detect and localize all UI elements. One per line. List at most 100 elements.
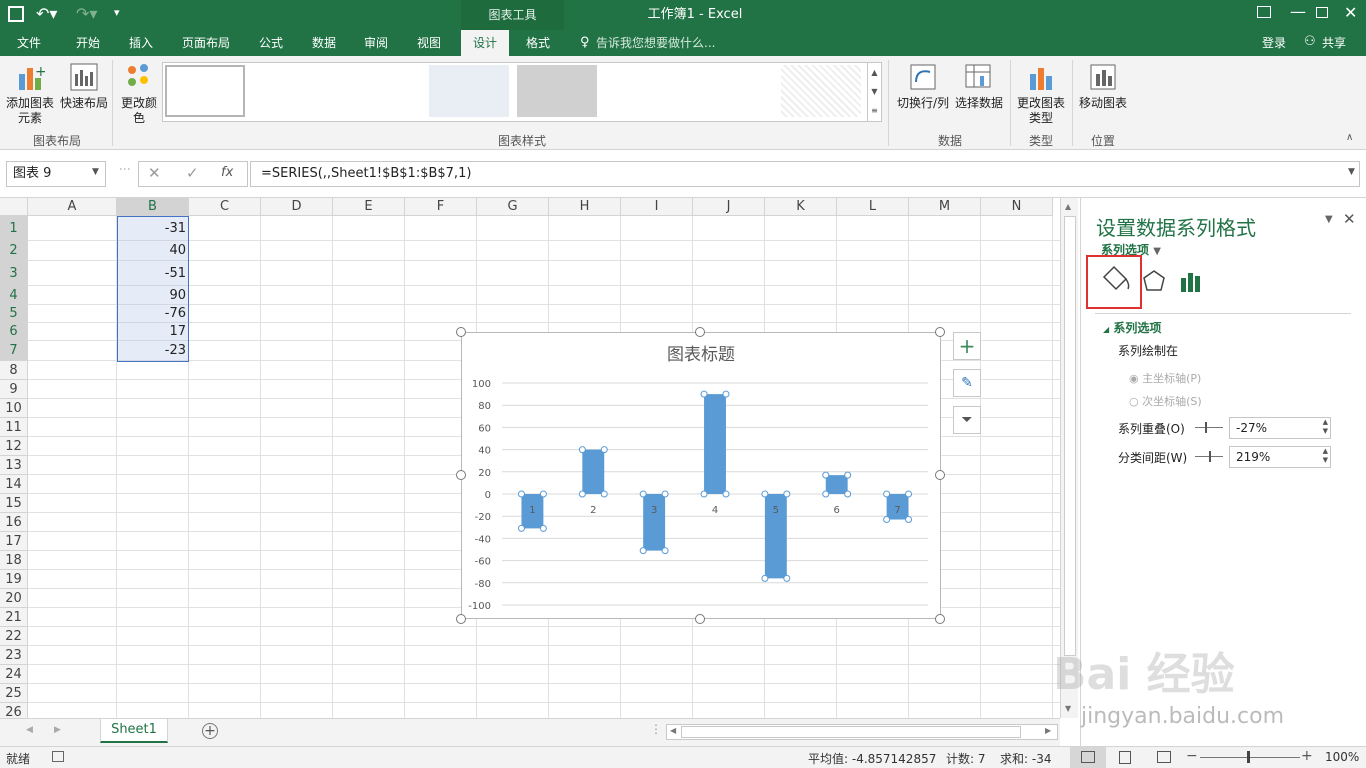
select-all-corner[interactable]	[0, 198, 28, 216]
row-header-20[interactable]: 20	[0, 589, 28, 608]
row-header-5[interactable]: 5	[0, 305, 28, 323]
row-header-18[interactable]: 18	[0, 551, 28, 570]
chart-resize-handle[interactable]	[456, 614, 466, 624]
chart-resize-handle[interactable]	[935, 327, 945, 337]
chart-style-1[interactable]	[165, 65, 245, 117]
undo-icon[interactable]: ↶▾	[36, 4, 57, 23]
zoom-in-icon[interactable]: +	[1301, 748, 1313, 764]
cancel-icon[interactable]: ✕	[148, 164, 161, 182]
chart-resize-handle[interactable]	[456, 470, 466, 480]
chart-style-gallery[interactable]: ▲ ▼ ≡	[162, 62, 882, 122]
gallery-scroll[interactable]: ▲ ▼ ≡	[867, 63, 881, 121]
change-chart-type-button[interactable]: 更改图表类型	[1014, 62, 1068, 126]
change-colors-button[interactable]: 更改颜色	[116, 62, 162, 126]
chart-style-4[interactable]	[429, 65, 509, 117]
column-header-I[interactable]: I	[621, 198, 693, 216]
column-header-H[interactable]: H	[549, 198, 621, 216]
enter-icon[interactable]: ✓	[186, 164, 199, 182]
row-header-21[interactable]: 21	[0, 608, 28, 627]
quick-layout-button[interactable]: 快速布局	[58, 62, 110, 111]
expand-formula-icon[interactable]: ▼	[1348, 167, 1355, 177]
pane-options-icon[interactable]: ▼	[1325, 214, 1333, 225]
insert-function-icon[interactable]: fx	[221, 165, 233, 180]
row-header-10[interactable]: 10	[0, 399, 28, 418]
chart-style-8[interactable]	[781, 65, 861, 117]
secondary-axis-radio[interactable]: ○ 次坐标轴(S)	[1129, 393, 1202, 409]
cell-B7[interactable]: -23	[117, 341, 189, 361]
customize-qat-icon[interactable]: ▾	[114, 6, 120, 19]
tab-insert[interactable]: 插入	[118, 30, 164, 56]
row-header-2[interactable]: 2	[0, 241, 28, 261]
ribbon-display-icon[interactable]	[1257, 6, 1271, 18]
name-box-dropdown-icon[interactable]: ▼	[92, 167, 99, 177]
gap-slider[interactable]	[1195, 451, 1223, 462]
row-header-11[interactable]: 11	[0, 418, 28, 437]
cell-B4[interactable]: 90	[117, 286, 189, 305]
zoom-level[interactable]: 100%	[1325, 750, 1359, 764]
minimize-icon[interactable]: —	[1290, 2, 1306, 21]
column-header-F[interactable]: F	[405, 198, 477, 216]
row-header-3[interactable]: 3	[0, 261, 28, 286]
horizontal-scroll-thumb[interactable]	[681, 726, 1021, 738]
row-header-14[interactable]: 14	[0, 475, 28, 494]
chart-resize-handle[interactable]	[935, 470, 945, 480]
redo-icon[interactable]: ↷▾	[76, 4, 97, 23]
chart-resize-handle[interactable]	[456, 327, 466, 337]
row-header-23[interactable]: 23	[0, 646, 28, 665]
tab-home[interactable]: 开始	[64, 30, 112, 56]
column-header-L[interactable]: L	[837, 198, 909, 216]
row-header-1[interactable]: 1	[0, 216, 28, 241]
scroll-up-icon[interactable]: ▲	[1065, 202, 1071, 211]
share-button[interactable]: 共享	[1322, 30, 1346, 56]
chart-style-5[interactable]	[517, 65, 597, 117]
chart-elements-button[interactable]: +	[953, 332, 981, 360]
normal-view-button[interactable]	[1070, 747, 1106, 768]
section-header[interactable]: ◢ 系列选项	[1103, 319, 1161, 336]
cell-B1[interactable]: -31	[117, 216, 189, 241]
move-chart-button[interactable]: 移动图表	[1076, 62, 1130, 111]
page-layout-view-icon[interactable]	[1119, 751, 1131, 764]
prev-sheet-icon[interactable]: ◀	[26, 725, 33, 735]
column-header-K[interactable]: K	[765, 198, 837, 216]
chart-style-2[interactable]	[253, 65, 333, 117]
scroll-right-icon[interactable]: ▶	[1045, 726, 1051, 735]
add-chart-element-button[interactable]: + 添加图表元素	[4, 62, 56, 126]
column-header-N[interactable]: N	[981, 198, 1053, 216]
column-header-D[interactable]: D	[261, 198, 333, 216]
save-icon[interactable]	[8, 6, 24, 22]
effects-tab[interactable]	[1141, 268, 1171, 298]
zoom-out-icon[interactable]: −	[1186, 748, 1198, 764]
chart-styles-button[interactable]: ✎	[953, 369, 981, 397]
scroll-down-icon[interactable]: ▼	[1065, 704, 1071, 713]
row-header-17[interactable]: 17	[0, 532, 28, 551]
formula-input[interactable]: =SERIES(,,Sheet1!$B$1:$B$7,1)	[250, 161, 1360, 187]
gap-slider-thumb[interactable]	[1209, 451, 1211, 462]
tab-view[interactable]: 视图	[406, 30, 452, 56]
chart-resize-handle[interactable]	[695, 614, 705, 624]
row-header-19[interactable]: 19	[0, 570, 28, 589]
spinner-arrows-icon[interactable]: ▲ ▼	[1323, 418, 1328, 436]
restore-icon[interactable]	[1316, 7, 1328, 18]
row-header-15[interactable]: 15	[0, 494, 28, 513]
series-options-tab[interactable]	[1179, 270, 1205, 296]
pane-close-icon[interactable]: ✕	[1343, 210, 1356, 228]
chart-style-7[interactable]	[693, 65, 773, 117]
horizontal-scrollbar[interactable]: ◀ ▶	[666, 724, 1058, 740]
column-header-B[interactable]: B	[117, 198, 189, 216]
row-header-8[interactable]: 8	[0, 361, 28, 380]
row-header-4[interactable]: 4	[0, 286, 28, 305]
tell-me-box[interactable]: 告诉我您想要做什么...	[596, 30, 715, 56]
bar-chart[interactable]: 图表标题 100 80 60 40 20 0 -20 -40 -60 -80 -100 1 2 3 4 5 6 7	[462, 333, 940, 618]
gap-spinner[interactable]: 219% ▲ ▼	[1229, 446, 1331, 468]
row-header-22[interactable]: 22	[0, 627, 28, 646]
row-header-9[interactable]: 9	[0, 380, 28, 399]
row-header-16[interactable]: 16	[0, 513, 28, 532]
next-sheet-icon[interactable]: ▶	[54, 725, 61, 735]
zoom-slider-thumb[interactable]	[1247, 751, 1250, 763]
tab-review[interactable]: 审阅	[354, 30, 398, 56]
chart-style-6[interactable]	[605, 65, 685, 117]
close-icon[interactable]: ✕	[1344, 3, 1357, 22]
row-header-6[interactable]: 6	[0, 323, 28, 341]
fill-line-tab[interactable]	[1086, 255, 1142, 309]
cell-B3[interactable]: -51	[117, 261, 189, 286]
